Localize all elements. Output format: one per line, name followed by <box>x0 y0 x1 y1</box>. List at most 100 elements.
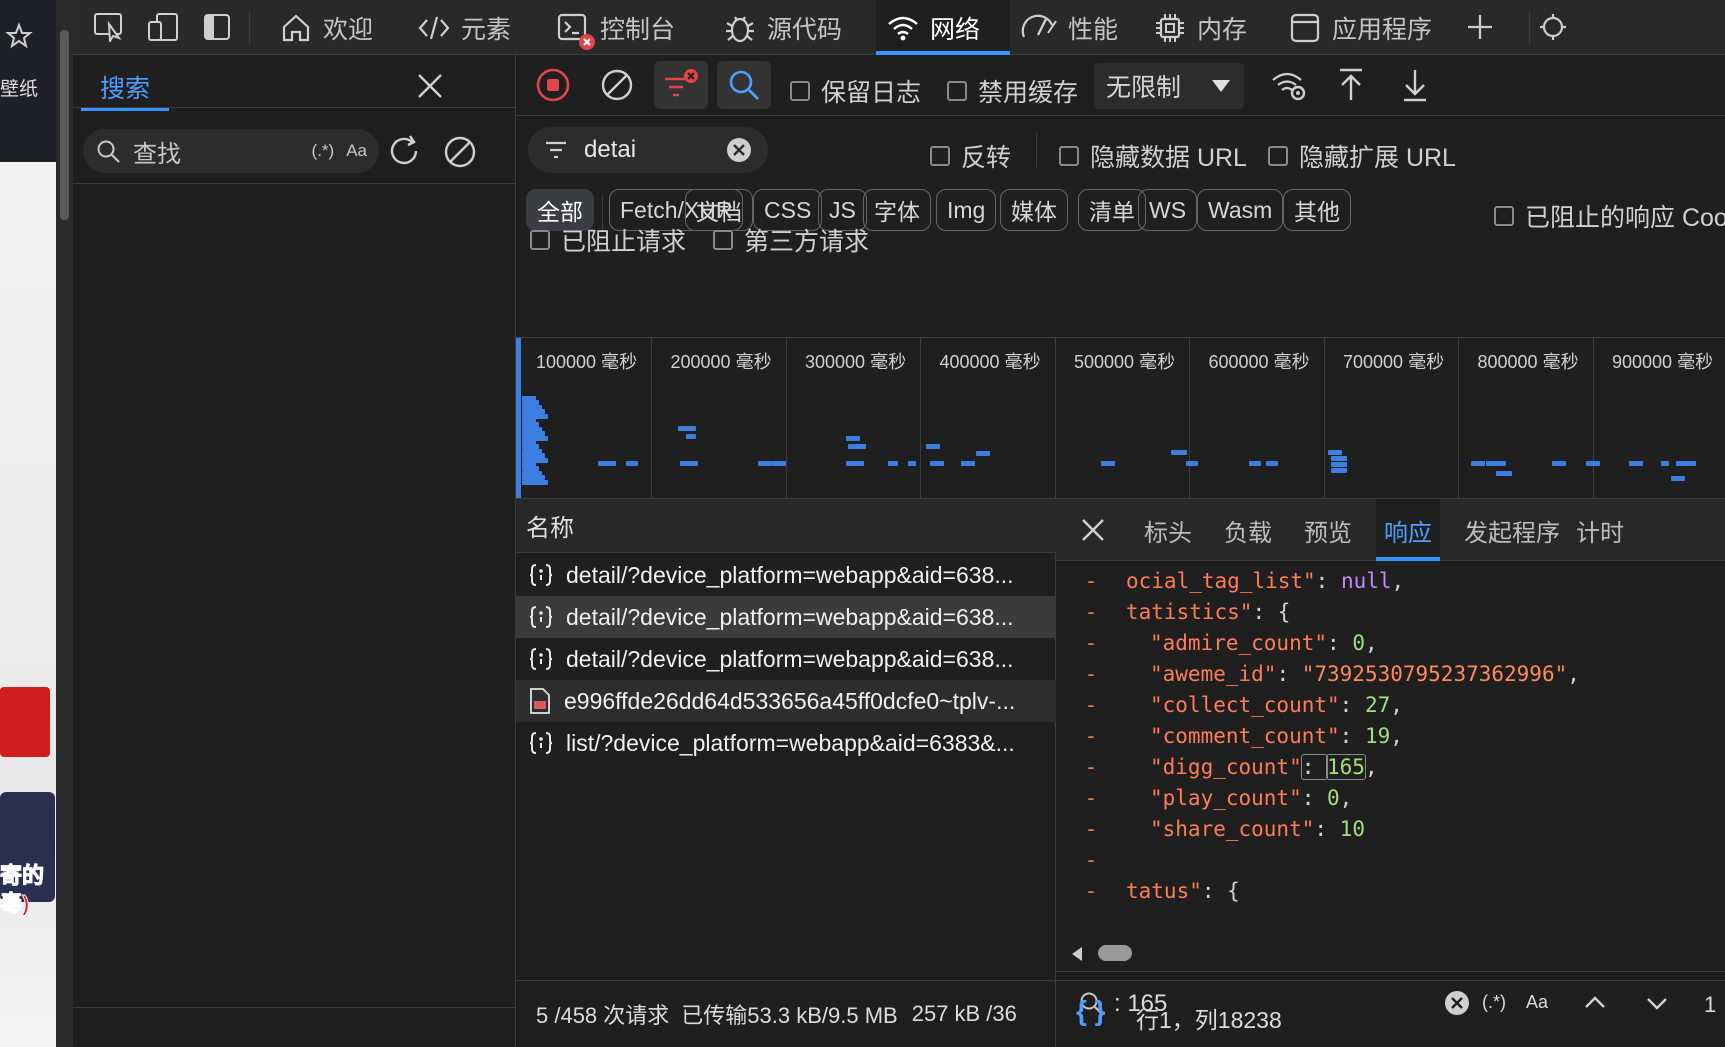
throttling-select[interactable]: 无限制 <box>1094 63 1244 109</box>
inspect-element-icon[interactable] <box>89 9 129 45</box>
detail-tab[interactable]: 标头 <box>1136 499 1200 561</box>
star-icon[interactable] <box>5 22 33 52</box>
clear-log-icon[interactable] <box>590 61 644 109</box>
refresh-icon[interactable] <box>386 133 424 171</box>
regex-toggle[interactable]: (.*) <box>312 141 335 161</box>
timeline-request-bar <box>846 436 860 441</box>
tab-memory[interactable]: 内存 <box>1143 0 1257 55</box>
export-har-icon[interactable] <box>1388 61 1442 109</box>
match-case-toggle[interactable]: Aa <box>346 141 367 161</box>
tab-sources[interactable]: 源代码 <box>713 0 852 55</box>
blocked-response-cookies-checkbox[interactable]: 已阻止的响应 Coo <box>1494 198 1725 234</box>
checkbox-box[interactable] <box>790 81 810 101</box>
detail-tab[interactable]: 发起程序 <box>1456 499 1568 561</box>
blocked-requests-checkbox[interactable]: 已阻止请求 <box>530 222 686 258</box>
checkbox-box[interactable] <box>930 146 950 166</box>
type-filter-chip[interactable]: WS <box>1138 189 1198 231</box>
invert-checkbox[interactable]: 反转 <box>930 138 1011 174</box>
preserve-log-checkbox[interactable]: 保留日志 <box>790 73 921 109</box>
checkbox-box[interactable] <box>530 230 550 250</box>
fetch-icon <box>528 604 554 630</box>
network-timeline-overview[interactable]: 100000 毫秒 200000 毫秒 300000 毫秒 400000 毫秒 5000… <box>516 337 1725 499</box>
image-file-icon <box>528 687 552 715</box>
checkbox-box[interactable] <box>1494 206 1514 226</box>
record-button[interactable] <box>526 61 580 109</box>
response-horizontal-scrollbar[interactable] <box>1056 941 1725 965</box>
search-tab[interactable]: 搜索 <box>81 63 169 111</box>
disable-cache-checkbox[interactable]: 禁用缓存 <box>947 73 1078 109</box>
tab-network[interactable]: 网络 <box>876 0 1010 55</box>
tab-performance[interactable]: 性能 <box>1010 0 1128 55</box>
error-badge-icon <box>579 33 595 50</box>
scrollbar-thumb[interactable] <box>1098 945 1132 961</box>
code-line: - "digg_count": 165, <box>1056 751 1378 783</box>
json-punctuation: , <box>1390 693 1403 717</box>
cursor-position: 行1，列18238 <box>1136 1007 1282 1033</box>
import-har-icon[interactable] <box>1324 61 1378 109</box>
diff-gutter-marker: - <box>1084 755 1098 779</box>
timeline-request-bar <box>1486 461 1506 466</box>
wallpaper-label[interactable]: 壁纸 <box>0 74 38 101</box>
json-key: tatistics" <box>1126 600 1253 624</box>
more-tools-icon[interactable] <box>1538 9 1568 45</box>
response-code-view[interactable]: - ocial_tag_list": null, - tatistics": {- "… <box>1056 561 1725 941</box>
close-search-icon[interactable] <box>413 69 447 103</box>
checkbox-box[interactable] <box>713 230 733 250</box>
checkbox-box[interactable] <box>1268 146 1288 166</box>
detail-tab[interactable]: 响应 <box>1376 499 1440 561</box>
device-emulation-icon[interactable] <box>143 9 183 45</box>
json-value: 0 <box>1352 631 1365 655</box>
timeline-request-bar <box>1101 461 1115 466</box>
json-punctuation: , <box>1339 786 1353 810</box>
clear-filter-icon[interactable] <box>726 137 752 163</box>
dock-side-icon[interactable] <box>197 9 237 45</box>
json-value: 0 <box>1327 786 1340 810</box>
tab-console[interactable]: 控制台 <box>546 0 685 55</box>
type-filter-chip[interactable]: Img <box>936 189 997 231</box>
close-detail-icon[interactable] <box>1076 513 1110 547</box>
add-tab-button[interactable] <box>1458 9 1502 45</box>
hide-data-urls-checkbox[interactable]: 隐藏数据 URL <box>1059 138 1247 174</box>
detail-tab[interactable]: 负载 <box>1216 499 1280 561</box>
checkbox-box[interactable] <box>1059 146 1079 166</box>
type-filter-chip[interactable]: 其他 <box>1283 189 1351 231</box>
type-filter-chip[interactable]: 媒体 <box>1000 189 1068 231</box>
code-line: - "play_count": 0, <box>1056 782 1353 814</box>
filter-input[interactable]: detai <box>528 127 768 173</box>
request-row[interactable]: detail/?device_platform=webapp&aid=638..… <box>516 638 1056 680</box>
timeline-range-handle[interactable] <box>516 338 521 498</box>
search-pane-divider <box>73 183 515 184</box>
detail-tab[interactable]: 计时 <box>1568 499 1632 561</box>
type-filter-chip[interactable]: 清单 <box>1078 189 1146 231</box>
json-key: "aweme_id" <box>1150 662 1277 686</box>
hide-extension-urls-checkbox[interactable]: 隐藏扩展 URL <box>1268 138 1456 174</box>
detail-tab[interactable]: 预览 <box>1296 499 1360 561</box>
request-row[interactable]: detail/?device_platform=webapp&aid=638..… <box>516 554 1056 596</box>
json-punctuation: , <box>1391 569 1405 593</box>
third-party-requests-checkbox[interactable]: 第三方请求 <box>713 222 869 258</box>
type-filter-chip[interactable]: Wasm <box>1197 189 1284 231</box>
scrollbar-thumb[interactable] <box>60 30 69 220</box>
request-row[interactable]: detail/?device_platform=webapp&aid=638..… <box>516 596 1056 638</box>
request-name: e996ffde26dd64d533656a45ff0dcfe0~tplv-..… <box>564 687 1016 714</box>
filter-icon <box>544 139 568 161</box>
tab-welcome[interactable]: 欢迎 <box>269 0 383 55</box>
checkbox-box[interactable] <box>947 81 967 101</box>
request-row[interactable]: list/?device_platform=webapp&aid=6383&..… <box>516 722 1056 764</box>
search-input[interactable]: 查找 (.*) Aa <box>83 129 379 173</box>
page-scrollbar[interactable] <box>56 0 73 1047</box>
request-row[interactable]: e996ffde26dd64d533656a45ff0dcfe0~tplv-..… <box>516 680 1056 722</box>
tab-elements-label: 元素 <box>461 15 512 44</box>
name-column-header[interactable]: 名称 <box>516 499 1056 553</box>
tab-application[interactable]: 应用程序 <box>1278 0 1442 55</box>
type-filter-chip[interactable]: 字体 <box>863 189 931 231</box>
filter-toggle-icon[interactable] <box>654 61 708 109</box>
tab-elements[interactable]: 元素 <box>407 0 521 55</box>
code-line: - "comment_count": 19, <box>1056 720 1403 752</box>
search-network-icon[interactable] <box>717 61 771 109</box>
diff-gutter-marker: - <box>1084 817 1098 841</box>
timeline-request-bar <box>522 479 548 485</box>
pretty-print-button[interactable]: { } <box>1076 995 1106 1027</box>
clear-search-icon[interactable] <box>441 133 479 171</box>
network-conditions-icon[interactable] <box>1262 61 1316 109</box>
